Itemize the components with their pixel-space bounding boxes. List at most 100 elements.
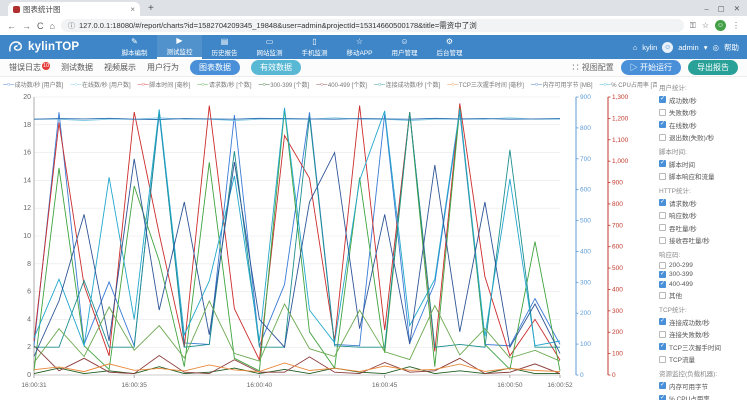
close-icon[interactable]: ✕ [734,4,740,13]
maximize-icon[interactable]: ▢ [718,4,725,13]
metric-checkbox-item[interactable]: 接收吞吐量/秒 [659,235,745,245]
metric-checkbox-item[interactable]: 连接失败数/秒 [659,329,745,339]
nav-item-6[interactable]: ☺用户管理 [382,35,427,59]
nav-icon: ⚙ [446,38,453,46]
home-icon[interactable]: ⌂ [50,21,55,31]
key-icon[interactable]: ⚿ [690,21,696,31]
charts-data-button[interactable]: 图表数据 [190,60,240,75]
metric-checkbox-item[interactable]: ✓请求数/秒 [659,198,745,208]
nav-item-3[interactable]: ▭网站监测 [247,35,292,59]
svg-text:6: 6 [27,289,31,296]
svg-text:0: 0 [580,372,584,379]
svg-text:8: 8 [27,261,31,268]
legend-item-5[interactable]: ─○─400-499 [个数] [316,80,367,89]
close-tab-icon[interactable]: × [130,5,135,14]
nav-item-4[interactable]: ▯手机监测 [292,35,337,59]
metric-label: 成功数/秒 [669,95,697,105]
nav-item-0[interactable]: ✎脚本编制 [112,35,157,59]
profile-avatar[interactable]: ☺ [715,20,726,31]
legend-item-1[interactable]: ─○─在线数/秒 [用户数] [70,80,130,89]
svg-text:300: 300 [612,308,623,315]
nav-icon: ▯ [312,38,316,46]
view-config-button[interactable]: ∷ 视图配置 [572,62,614,73]
export-report-button[interactable]: 导出报告 [688,60,738,75]
metric-checkbox-item[interactable]: ✓% CPU占用率 [659,393,745,400]
user-name[interactable]: kylin [642,43,657,52]
svg-text:16:00:50: 16:00:50 [497,382,523,389]
svg-text:300: 300 [580,279,591,286]
nav-item-7[interactable]: ⚙后台管理 [427,35,472,59]
start-run-button[interactable]: ▷ 开始运行 [621,60,681,75]
metric-checkbox-item[interactable]: 吞吐量/秒 [659,223,745,233]
back-icon[interactable]: ← [7,21,16,31]
role-name[interactable]: admin [678,43,698,52]
metric-checkbox-item[interactable]: ✓内存可用字节 [659,381,745,391]
minimize-icon[interactable]: – [704,4,708,13]
metric-checkbox-item[interactable]: ✓连接成功数/秒 [659,317,745,327]
sidebar-section-title: TCP统计: [659,304,745,314]
report-tab-3[interactable]: 用户行为 [147,62,179,73]
legend-item-9[interactable]: ─○─% CPU占用率 [百分比] [600,80,657,89]
chevron-down-icon[interactable]: ▾ [704,43,708,52]
view-config-label: 视图配置 [582,63,614,72]
help-label[interactable]: 帮助 [724,42,739,53]
legend-marker-icon: ─○─ [138,82,149,88]
sidebar-section-title: 响应码: [659,249,745,259]
metric-checkbox-item[interactable]: ✓300-399 [659,271,745,278]
legend-item-6[interactable]: ─○─连接成功数/秒 [个数] [374,80,440,89]
svg-text:16: 16 [23,150,31,157]
metric-checkbox-item[interactable]: ✓成功数/秒 [659,95,745,105]
forward-icon[interactable]: → [22,21,31,31]
help-icon[interactable]: ◎ [712,43,719,52]
svg-text:16:00:40: 16:00:40 [247,382,273,389]
legend-item-4[interactable]: ─○─300-399 [个数] [259,80,310,89]
site-info-icon[interactable]: ⓘ [68,21,75,31]
metric-checkbox-item[interactable]: 脚本响应和流量 [659,171,745,181]
metric-checkbox-item[interactable]: 200-299 [659,262,745,269]
app-logo[interactable]: kylinTOP [8,40,112,54]
reload-icon[interactable]: C [37,21,44,31]
new-tab-button[interactable]: + [148,3,154,14]
nav-item-2[interactable]: ▤历史报告 [202,35,247,59]
user-avatar[interactable]: ☺ [662,42,673,53]
legend-label: 请求数/秒 [个数] [209,80,252,89]
legend-item-0[interactable]: ─○─成功数/秒 [用户数] [3,80,63,89]
metric-checkbox-item[interactable]: 其他 [659,290,745,300]
address-bar[interactable]: ⓘ 127.0.0.1:18080/#/report/charts?id=158… [61,19,684,32]
legend-label: 脚本时间 [毫秒] [149,80,190,89]
metric-label: 失败数/秒 [669,107,697,117]
valid-data-button[interactable]: 有效数据 [251,60,301,75]
report-tab-1[interactable]: 测试数据 [61,62,93,73]
metric-checkbox-item[interactable]: 响应数/秒 [659,210,745,220]
metrics-sidebar: 用户统计:✓成功数/秒失败数/秒✓在线数/秒退出数(失败)/秒脚本时间:✓脚本时… [657,77,747,400]
legend-marker-icon: ─○─ [531,82,542,88]
metric-checkbox-item[interactable]: ✓脚本时间 [659,159,745,169]
nav-item-1[interactable]: ▶测试监控 [157,35,202,59]
report-tab-2[interactable]: 视频展示 [104,62,136,73]
metric-checkbox-item[interactable]: ✓TCP三次握手时间 [659,342,745,352]
legend-label: 连接成功数/秒 [个数] [386,80,441,89]
legend-item-7[interactable]: ─○─TCP三次握手时间 [毫秒] [447,80,524,89]
error-count-badge: 10 [42,62,50,70]
svg-text:16:00:31: 16:00:31 [21,382,47,389]
metric-checkbox-item[interactable]: TCP流量 [659,354,745,364]
metric-label: % CPU占用率 [669,393,710,400]
metric-checkbox-item[interactable]: ✓400-499 [659,281,745,288]
browser-tab[interactable]: 图表统计图 × [8,2,140,16]
metric-checkbox-item[interactable]: 失败数/秒 [659,107,745,117]
svg-text:0: 0 [612,372,616,379]
bookmark-star-icon[interactable]: ☆ [702,21,709,30]
legend-item-3[interactable]: ─○─请求数/秒 [个数] [197,80,251,89]
nav-item-5[interactable]: ☆移动APP [337,35,382,59]
legend-item-8[interactable]: ─○─内存可用字节 [MB] [531,80,593,89]
svg-text:900: 900 [580,94,591,101]
home-nav-icon[interactable]: ⌂ [633,43,638,52]
report-tab-0[interactable]: 错误日志10 [9,62,50,73]
legend-marker-icon: ─○─ [3,82,14,88]
favicon-icon [13,6,20,13]
metric-checkbox-item[interactable]: ✓在线数/秒 [659,120,745,130]
metric-checkbox-item[interactable]: 退出数(失败)/秒 [659,132,745,142]
svg-text:20: 20 [23,94,31,101]
browser-menu-icon[interactable]: ⋮ [732,21,740,30]
legend-item-2[interactable]: ─○─脚本时间 [毫秒] [138,80,191,89]
